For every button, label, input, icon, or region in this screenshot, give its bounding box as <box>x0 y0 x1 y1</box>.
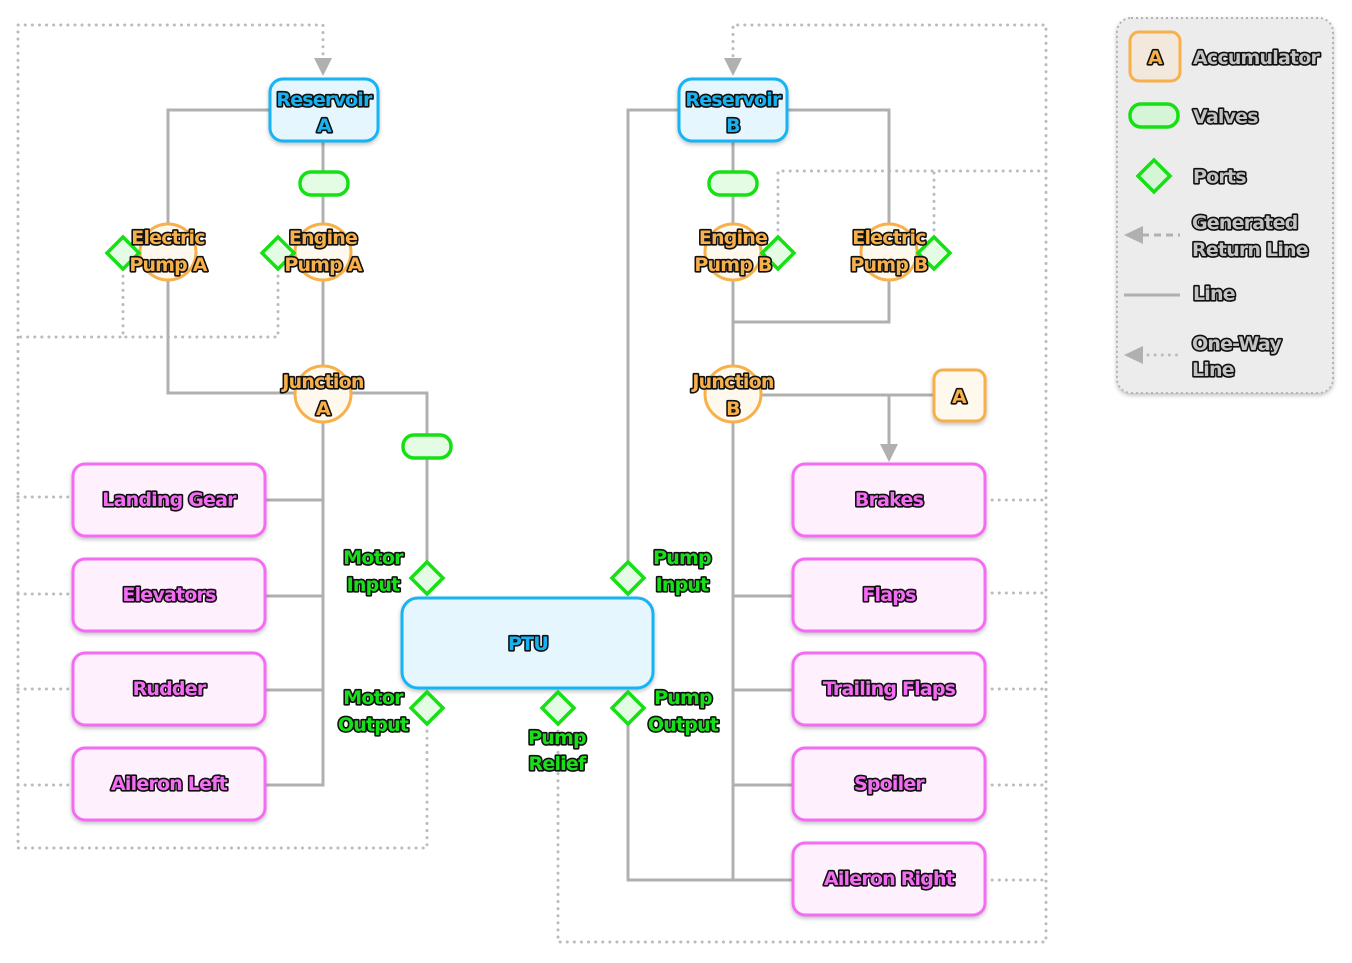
junction-b[interactable]: Junction B <box>689 364 776 424</box>
port-label: Output <box>338 714 409 736</box>
legend-accumulator-symbol: A <box>1148 47 1163 69</box>
junction-label: B <box>726 398 740 420</box>
reservoir-label: A <box>317 115 332 137</box>
legend-label: Accumulator <box>1193 47 1321 69</box>
pump-label: Engine <box>699 227 767 249</box>
port-label: Relief <box>529 753 587 775</box>
consumer-spoiler[interactable]: Spoiler <box>791 746 987 822</box>
consumer-label: Aileron Left <box>111 773 228 795</box>
pump-relief-port[interactable] <box>539 689 577 727</box>
motor-output-port[interactable] <box>408 689 446 727</box>
legend-valve-icon <box>1128 102 1180 129</box>
consumer-elevators[interactable]: Elevators <box>71 557 267 633</box>
pump-label: Pump B <box>694 254 771 276</box>
consumer-label: Spoiler <box>854 773 925 795</box>
valve-b[interactable] <box>707 170 759 197</box>
ptu-label: PTU <box>508 633 548 655</box>
electric-pump-b[interactable]: Electric Pump B <box>849 222 953 282</box>
motor-input-port[interactable] <box>408 559 446 597</box>
port-label: Input <box>347 574 401 596</box>
consumer-label: Flaps <box>862 584 916 606</box>
legend-label: Line <box>1192 359 1234 381</box>
consumer-aileron-right[interactable]: Aileron Right <box>791 841 987 917</box>
engine-pump-a[interactable]: Engine Pump A <box>259 222 365 282</box>
legend-label: Line <box>1193 283 1235 305</box>
pump-label: Pump A <box>129 254 207 276</box>
junction-label: A <box>316 398 331 420</box>
junction-label: Junction <box>280 371 363 393</box>
legend-label: Ports <box>1193 166 1246 188</box>
legend-label: Valves <box>1193 106 1258 128</box>
valve-a[interactable] <box>298 170 350 197</box>
pump-label: Pump B <box>850 254 927 276</box>
pump-output-port[interactable] <box>609 689 647 727</box>
accumulator[interactable]: A <box>932 368 987 423</box>
port-label: Pump <box>653 547 711 569</box>
consumer-brakes[interactable]: Brakes <box>791 462 987 538</box>
legend-label: Return Line <box>1192 239 1308 261</box>
consumer-label: Aileron Right <box>824 868 955 890</box>
engine-pump-b[interactable]: Engine Pump B <box>693 222 797 282</box>
reservoir-label: B <box>726 115 740 137</box>
pump-input-port[interactable] <box>609 559 647 597</box>
port-label: Output <box>648 714 719 736</box>
consumer-label: Rudder <box>133 678 207 700</box>
port-label: Input <box>656 574 710 596</box>
consumer-landing-gear[interactable]: Landing Gear <box>71 462 267 538</box>
accumulator-label: A <box>952 386 967 408</box>
pump-label: Engine <box>289 227 357 249</box>
consumer-flaps[interactable]: Flaps <box>791 557 987 633</box>
ptu[interactable]: PTU <box>400 596 655 690</box>
consumer-trailing-flaps[interactable]: Trailing Flaps <box>791 651 987 727</box>
reservoir-a[interactable]: Reservoir A <box>268 77 380 143</box>
reservoir-label: Reservoir <box>276 89 373 111</box>
valve-ptu[interactable] <box>401 433 453 460</box>
port-label: Motor <box>343 687 404 709</box>
legend-label: Generated <box>1192 212 1297 234</box>
legend-label: One-Way <box>1192 333 1282 355</box>
consumer-label: Trailing Flaps <box>823 678 956 700</box>
consumer-label: Elevators <box>122 584 216 606</box>
reservoir-label: Reservoir <box>685 89 782 111</box>
arrow-head-icon <box>314 58 332 76</box>
consumer-label: Landing Gear <box>102 489 237 511</box>
port-label: Motor <box>343 547 404 569</box>
port-label: Pump <box>528 727 586 749</box>
consumer-rudder[interactable]: Rudder <box>71 651 267 727</box>
reservoir-b[interactable]: Reservoir B <box>677 77 789 143</box>
arrow-head-icon <box>724 58 742 76</box>
arrow-head-icon <box>880 444 898 462</box>
consumer-aileron-left[interactable]: Aileron Left <box>71 746 267 822</box>
pump-label: Electric <box>852 227 925 249</box>
legend: A Accumulator Valves Ports Generated Ret… <box>1116 17 1334 394</box>
hydraulic-diagram: Reservoir A Reservoir B Electric Pump A … <box>16 17 1334 944</box>
port-label: Pump <box>654 687 712 709</box>
electric-pump-a[interactable]: Electric Pump A <box>104 222 210 282</box>
pump-label: Pump A <box>284 254 362 276</box>
junction-label: Junction <box>690 371 773 393</box>
consumer-label: Brakes <box>855 489 924 511</box>
pump-label: Electric <box>131 227 204 249</box>
